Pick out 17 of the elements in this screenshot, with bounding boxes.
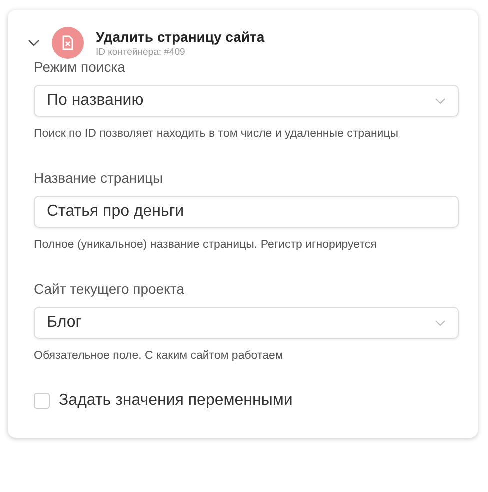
select-field[interactable]: По названию <box>34 85 459 117</box>
dropdown-caret-icon <box>435 320 446 326</box>
field-label: Режим поиска <box>34 59 126 75</box>
dropdown-caret-icon <box>435 98 446 104</box>
field-label: Сайт текущего проекта <box>34 281 186 297</box>
input-field[interactable]: Статья про деньги <box>34 196 459 228</box>
document-delete-icon <box>52 27 84 59</box>
chevron-icon[interactable] <box>28 39 40 47</box>
field-hint: Обязательное поле. С каким сайтом работаем <box>34 350 284 362</box>
container-id: ID контейнера: #409 <box>96 46 186 58</box>
field-label: Название страницы <box>34 170 164 186</box>
field-hint: Полное (уникальное) название страницы. Регистр игнорируется <box>34 239 378 251</box>
select-field[interactable]: Блог <box>34 307 459 339</box>
checkbox[interactable] <box>34 393 50 409</box>
block-title: Удалить страницу сайта <box>96 28 265 44</box>
field-hint: Поиск по ID позволяет находить в том числе и удаленные страницы <box>34 128 400 140</box>
checkbox-label[interactable]: Задать значения переменными <box>59 392 293 410</box>
